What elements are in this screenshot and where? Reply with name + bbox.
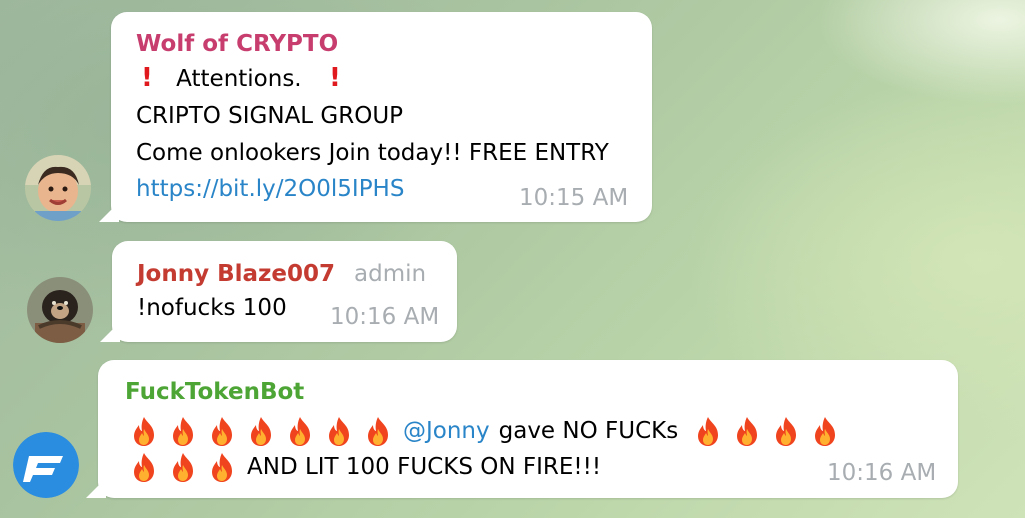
red-exclamation-icon: ! bbox=[141, 63, 153, 93]
sender-name[interactable]: Wolf of CRYPTO bbox=[136, 31, 338, 57]
fire-icon bbox=[815, 417, 836, 446]
attention-line: ! Attentions. ! bbox=[141, 64, 341, 93]
fire-icon bbox=[290, 417, 310, 446]
fire-group bbox=[692, 415, 848, 447]
sender-name[interactable]: FuckTokenBot bbox=[125, 379, 304, 405]
attention-text: Attentions. bbox=[176, 66, 302, 92]
admin-badge: admin bbox=[354, 261, 427, 287]
fire-icon bbox=[329, 417, 349, 446]
fire-icon bbox=[368, 417, 388, 446]
fire-line-1: @Jonny gave NO FUCKs bbox=[128, 415, 848, 447]
message-time: 10:15 AM bbox=[519, 185, 629, 211]
fire-icon bbox=[173, 417, 193, 446]
group-text: CRIPTO SIGNAL GROUP bbox=[136, 103, 404, 129]
fire-line-2: AND LIT 100 FUCKS ON FIRE!!! bbox=[128, 451, 601, 483]
message-bubble-2[interactable]: Jonny Blaze007 admin !nofucks 100 10:16 … bbox=[112, 241, 457, 342]
fire-icon bbox=[737, 417, 758, 446]
fire-icon bbox=[212, 417, 232, 446]
message-time: 10:16 AM bbox=[330, 304, 440, 330]
message-text: gave NO FUCKs bbox=[498, 418, 679, 444]
child-photo-avatar bbox=[25, 155, 91, 221]
message-text: AND LIT 100 FUCKS ON FIRE!!! bbox=[247, 454, 602, 480]
message-bubble-3[interactable]: FuckTokenBot @Jonny gave NO FUCKs AND LI… bbox=[98, 360, 958, 498]
f-logo-avatar bbox=[13, 432, 79, 498]
fire-icon bbox=[776, 417, 797, 446]
fire-group bbox=[128, 415, 401, 447]
avatar-wolf-of-crypto[interactable] bbox=[25, 155, 91, 221]
message-text: !nofucks 100 bbox=[137, 295, 287, 321]
fire-icon bbox=[134, 453, 154, 482]
red-exclamation-icon: ! bbox=[328, 63, 341, 93]
dog-photo-avatar bbox=[27, 277, 93, 343]
chat-view: Wolf of CRYPTO ! Attentions. ! CRIPTO SI… bbox=[0, 0, 1025, 518]
mention-jonny[interactable]: @Jonny bbox=[403, 418, 490, 444]
message-bubble-1[interactable]: Wolf of CRYPTO ! Attentions. ! CRIPTO SI… bbox=[111, 12, 652, 222]
avatar-jonny-blaze[interactable] bbox=[27, 277, 93, 343]
fire-icon bbox=[212, 453, 232, 482]
invite-text: Come onlookers Join today!! FREE ENTRY bbox=[136, 140, 609, 166]
invite-link[interactable]: https://bit.ly/2O0l5IPHS bbox=[136, 175, 404, 203]
fire-icon bbox=[134, 417, 154, 446]
avatar-fucktokenbot[interactable] bbox=[13, 432, 79, 498]
fire-icon bbox=[251, 417, 271, 446]
sender-name[interactable]: Jonny Blaze007 bbox=[137, 261, 335, 287]
fire-icon bbox=[173, 453, 193, 482]
fire-group bbox=[128, 451, 245, 483]
fire-icon bbox=[698, 417, 719, 446]
message-time: 10:16 AM bbox=[827, 460, 937, 486]
